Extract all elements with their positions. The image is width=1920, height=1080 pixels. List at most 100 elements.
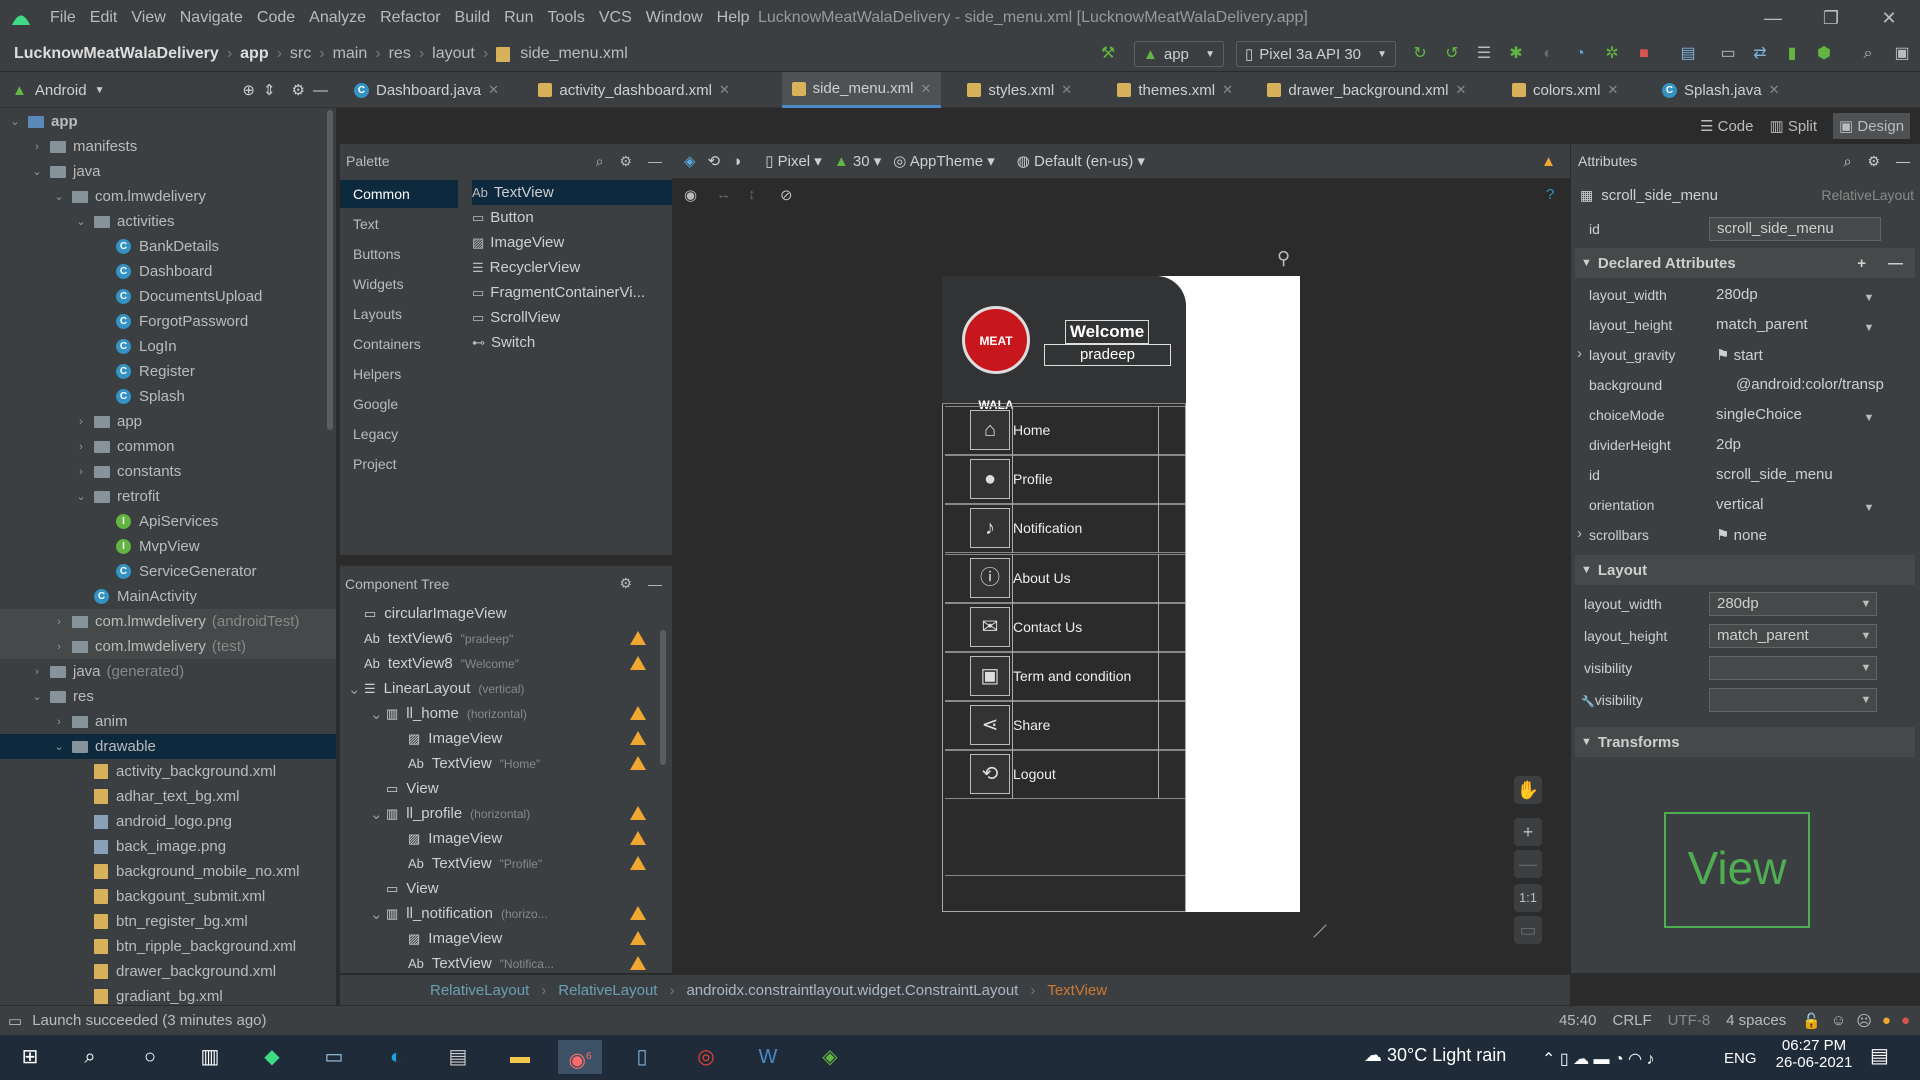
chevron-down-icon[interactable]: ▼ (1857, 627, 1875, 645)
warning-icon[interactable] (630, 931, 646, 945)
tab-dashboard-java[interactable]: C Dashboard.java ✕ (344, 72, 509, 108)
tree-item[interactable]: ⌄ com.lmwdelivery (0, 184, 336, 209)
close-tab-icon[interactable]: ✕ (1608, 82, 1619, 98)
gear-icon[interactable]: ⚙ (292, 81, 305, 99)
attr-value[interactable]: scroll_side_menu (1716, 466, 1833, 483)
menu-view[interactable]: View (124, 0, 172, 36)
chevron-down-icon[interactable]: ▼ (1860, 289, 1878, 307)
chevron-right-icon[interactable]: › (30, 141, 44, 153)
line-separator[interactable]: CRLF (1613, 1012, 1652, 1029)
tree-item[interactable]: ⌄ activities (0, 209, 336, 234)
code-mode-button[interactable]: ☰ Code (1700, 117, 1753, 135)
eye-icon[interactable]: ◉ (684, 186, 697, 204)
chevron-right-icon[interactable]: › (74, 466, 88, 478)
tab-themes-xml[interactable]: themes.xml ✕ (1107, 72, 1243, 108)
attr-value[interactable]: @android:color/transp (1736, 376, 1884, 393)
attr-value[interactable]: 280dp (1716, 286, 1758, 303)
locate-icon[interactable]: ⊕ (242, 81, 255, 99)
lock-icon[interactable]: 🔓 (1802, 1012, 1821, 1030)
hammer-icon[interactable]: ⚒ (1096, 42, 1120, 66)
tree-item[interactable]: I MvpView (0, 534, 336, 559)
chevron-down-icon[interactable]: ⌄ (52, 740, 66, 753)
close-tab-icon[interactable]: ✕ (1061, 82, 1072, 98)
tree-item[interactable]: btn_ripple_background.xml (0, 934, 336, 959)
vertical-margin-icon[interactable]: ↕ (748, 186, 756, 203)
tree-item[interactable]: ⌄ app (0, 109, 336, 134)
chevron-right-icon[interactable]: › (74, 441, 88, 453)
menu-build[interactable]: Build (448, 0, 498, 36)
chevron-down-icon[interactable]: ▼ (1860, 409, 1878, 427)
chevron-down-icon[interactable]: ▼ (95, 85, 105, 96)
layout-attr-field[interactable]: 280dp (1709, 592, 1877, 616)
sync-icon[interactable]: ⇄ (1748, 42, 1772, 66)
project-view-select[interactable]: Android (35, 82, 87, 99)
close-tab-icon[interactable]: ✕ (488, 82, 499, 98)
breadcrumb-item[interactable]: src (290, 45, 311, 63)
close-tab-icon[interactable]: ✕ (1769, 82, 1780, 98)
tree-item[interactable]: › com.lmwdelivery (androidTest) (0, 609, 336, 634)
rerun-icon[interactable]: ↻ (1408, 42, 1432, 66)
tab-splash-java[interactable]: C Splash.java ✕ (1652, 72, 1789, 108)
app-with-badge-icon[interactable]: ◉6 (558, 1040, 602, 1074)
component-tree-row[interactable]: ▨ ImageView (340, 726, 660, 751)
layout-attr-field[interactable] (1709, 656, 1877, 680)
tree-item[interactable]: drawer_background.xml (0, 959, 336, 984)
tree-item[interactable]: › com.lmwdelivery (test) (0, 634, 336, 659)
palette-category-buttons[interactable]: Buttons (340, 240, 458, 268)
file-explorer-icon[interactable]: ▬ (498, 1040, 542, 1074)
transforms-header[interactable]: ▼ Transforms (1575, 727, 1915, 757)
windows-start-icon[interactable]: ⊞ (8, 1040, 52, 1074)
menu-edit[interactable]: Edit (83, 0, 125, 36)
warning-icon[interactable] (630, 706, 646, 720)
warning-icon[interactable] (630, 831, 646, 845)
magnet-off-icon[interactable]: ⊘ (780, 186, 793, 204)
hide-icon[interactable]: — (648, 153, 662, 169)
warning-icon[interactable] (630, 856, 646, 870)
attach-debugger-icon[interactable]: ✲ (1600, 42, 1624, 66)
attr-value[interactable]: 2dp (1716, 436, 1741, 453)
component-crumb[interactable]: TextView (1047, 982, 1107, 999)
search-icon[interactable]: ⌕ (596, 153, 604, 170)
help-icon[interactable]: ? (1546, 186, 1554, 203)
tree-item[interactable]: backgount_submit.xml (0, 884, 336, 909)
tree-item[interactable]: C ForgotPassword (0, 309, 336, 334)
palette-category-google[interactable]: Google (340, 390, 458, 418)
cursor-position[interactable]: 45:40 (1559, 1012, 1597, 1029)
gear-icon[interactable]: ⚙ (1867, 153, 1880, 170)
attr-value[interactable]: singleChoice (1716, 406, 1802, 423)
chevron-down-icon[interactable]: ▼ (1860, 319, 1878, 337)
run-config-select[interactable]: ▲ app ▼ (1134, 41, 1224, 67)
chevron-down-icon[interactable]: ⌄ (370, 905, 383, 923)
component-tree-row[interactable]: ⌄ ▥ ll_notification (horizo... (340, 901, 660, 926)
split-mode-button[interactable]: ▥ Split (1769, 117, 1817, 135)
chevron-down-icon[interactable]: ⌄ (8, 115, 22, 128)
tab-styles-xml[interactable]: styles.xml ✕ (957, 72, 1082, 108)
component-tree-row[interactable]: ▨ ImageView (340, 826, 660, 851)
attr-value[interactable]: match_parent (1716, 316, 1808, 333)
chevron-down-icon[interactable]: ⌄ (74, 215, 88, 228)
menu-run[interactable]: Run (497, 0, 540, 36)
remove-icon[interactable]: — (1888, 255, 1903, 272)
event-log-icon[interactable]: ● (1882, 1012, 1891, 1029)
greenshot-icon[interactable]: ◈ (808, 1040, 852, 1074)
notepad-icon[interactable]: ▤ (436, 1040, 480, 1074)
component-tree-row[interactable]: ▭ View (340, 876, 660, 901)
device-select[interactable]: ▯ Pixel ▾ (765, 152, 822, 170)
component-tree-row[interactable]: Ab textView8 "Welcome" (340, 651, 660, 676)
status-panel-icon[interactable]: ▭ (8, 1012, 22, 1030)
palette-category-widgets[interactable]: Widgets (340, 270, 458, 298)
tree-item[interactable]: ⌄ java (0, 159, 336, 184)
palette-item-textview[interactable]: Ab TextView (472, 180, 672, 205)
tree-item[interactable]: ⌄ retrofit (0, 484, 336, 509)
close-tab-icon[interactable]: ✕ (1222, 82, 1233, 98)
warning-icon[interactable] (630, 806, 646, 820)
device-select[interactable]: ▯ Pixel 3a API 30 ▼ (1236, 41, 1396, 67)
component-tree-row[interactable]: ▨ ImageView (340, 926, 660, 951)
palette-category-common[interactable]: Common (340, 180, 458, 208)
frown-icon[interactable]: ☹ (1856, 1012, 1872, 1030)
zoom-fit-icon[interactable]: ▭ (1514, 916, 1542, 944)
palette-item-button[interactable]: ▭ Button (472, 205, 672, 230)
menu-analyze[interactable]: Analyze (302, 0, 373, 36)
tree-item[interactable]: C Splash (0, 384, 336, 409)
hide-icon[interactable]: — (648, 576, 662, 592)
